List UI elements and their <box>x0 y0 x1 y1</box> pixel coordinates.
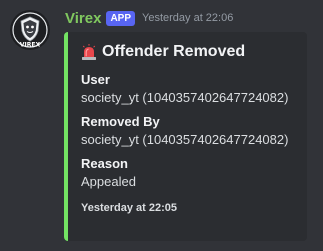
chat-message: VIREX Virex APP Yesterday at 22:06 Offen… <box>0 0 323 251</box>
message-timestamp[interactable]: Yesterday at 22:06 <box>142 12 233 24</box>
field-value: society_yt (1040357402647724082) <box>81 132 289 147</box>
embed-card: Offender Removed User society_yt (104035… <box>64 32 307 241</box>
avatar-logo-text: VIREX <box>20 42 41 49</box>
field-value: society_yt (1040357402647724082) <box>81 90 289 105</box>
embed-title: Offender Removed <box>81 42 299 62</box>
field-name: Removed By <box>81 114 160 129</box>
virex-shield-logo-icon: VIREX <box>10 10 50 50</box>
field-name: User <box>81 72 110 87</box>
bot-avatar[interactable]: VIREX <box>10 10 50 50</box>
embed-field-user: User society_yt (1040357402647724082) <box>81 71 299 107</box>
embed-field-reason: Reason Appealed <box>81 155 299 191</box>
message-header: Virex APP Yesterday at 22:06 <box>65 8 233 28</box>
embed-footer-timestamp: Yesterday at 22:05 <box>81 202 178 214</box>
author-username[interactable]: Virex <box>65 10 101 27</box>
field-name: Reason <box>81 156 128 171</box>
field-value: Appealed <box>81 174 136 189</box>
embed-title-text: Offender Removed <box>102 43 246 60</box>
app-badge: APP <box>106 10 135 26</box>
embed-field-removed-by: Removed By society_yt (10403574026477240… <box>81 113 299 149</box>
police-siren-icon <box>82 44 96 60</box>
